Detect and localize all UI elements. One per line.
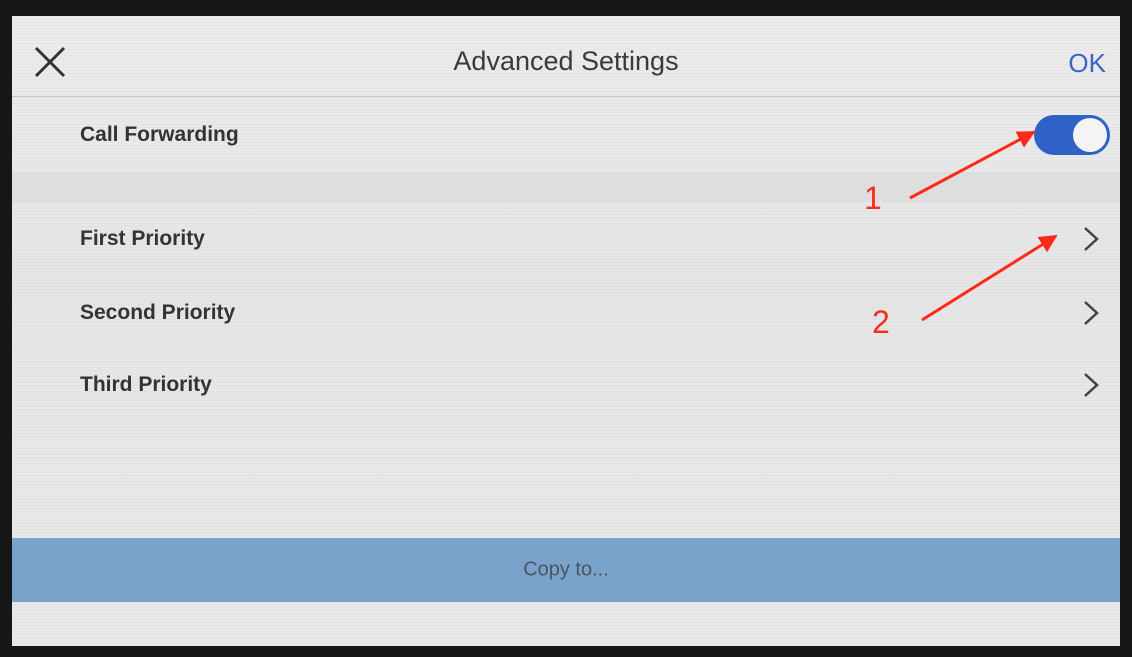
header-bar: Advanced Settings OK (12, 16, 1120, 96)
call-forwarding-row: Call Forwarding (12, 102, 1120, 168)
chevron-right-icon (1084, 227, 1099, 251)
priority-row-first[interactable]: First Priority (12, 206, 1120, 272)
page-title: Advanced Settings (453, 46, 679, 76)
toggle-knob (1073, 118, 1107, 152)
priority-label: Third Priority (80, 373, 212, 396)
priority-row-third[interactable]: Third Priority (12, 352, 1120, 418)
header-divider (12, 96, 1120, 97)
chevron-right-icon (1084, 301, 1099, 325)
chevron-right-icon (1084, 373, 1099, 397)
priority-label: First Priority (80, 227, 205, 250)
annotation-number-2: 2 (872, 304, 890, 340)
copy-to-button[interactable]: Copy to... (12, 538, 1120, 602)
priority-label: Second Priority (80, 301, 236, 324)
device-bezel: Advanced Settings OK Call Forwarding Fir… (0, 0, 1132, 657)
ok-button[interactable]: OK (1068, 48, 1106, 79)
call-forwarding-toggle[interactable] (1034, 115, 1110, 155)
copy-to-label: Copy to... (523, 558, 609, 581)
settings-screen: Advanced Settings OK Call Forwarding Fir… (12, 16, 1120, 646)
priority-row-second[interactable]: Second Priority (12, 280, 1120, 346)
section-separator (12, 172, 1120, 202)
annotation-number-1: 1 (864, 180, 882, 216)
call-forwarding-label: Call Forwarding (80, 123, 239, 146)
